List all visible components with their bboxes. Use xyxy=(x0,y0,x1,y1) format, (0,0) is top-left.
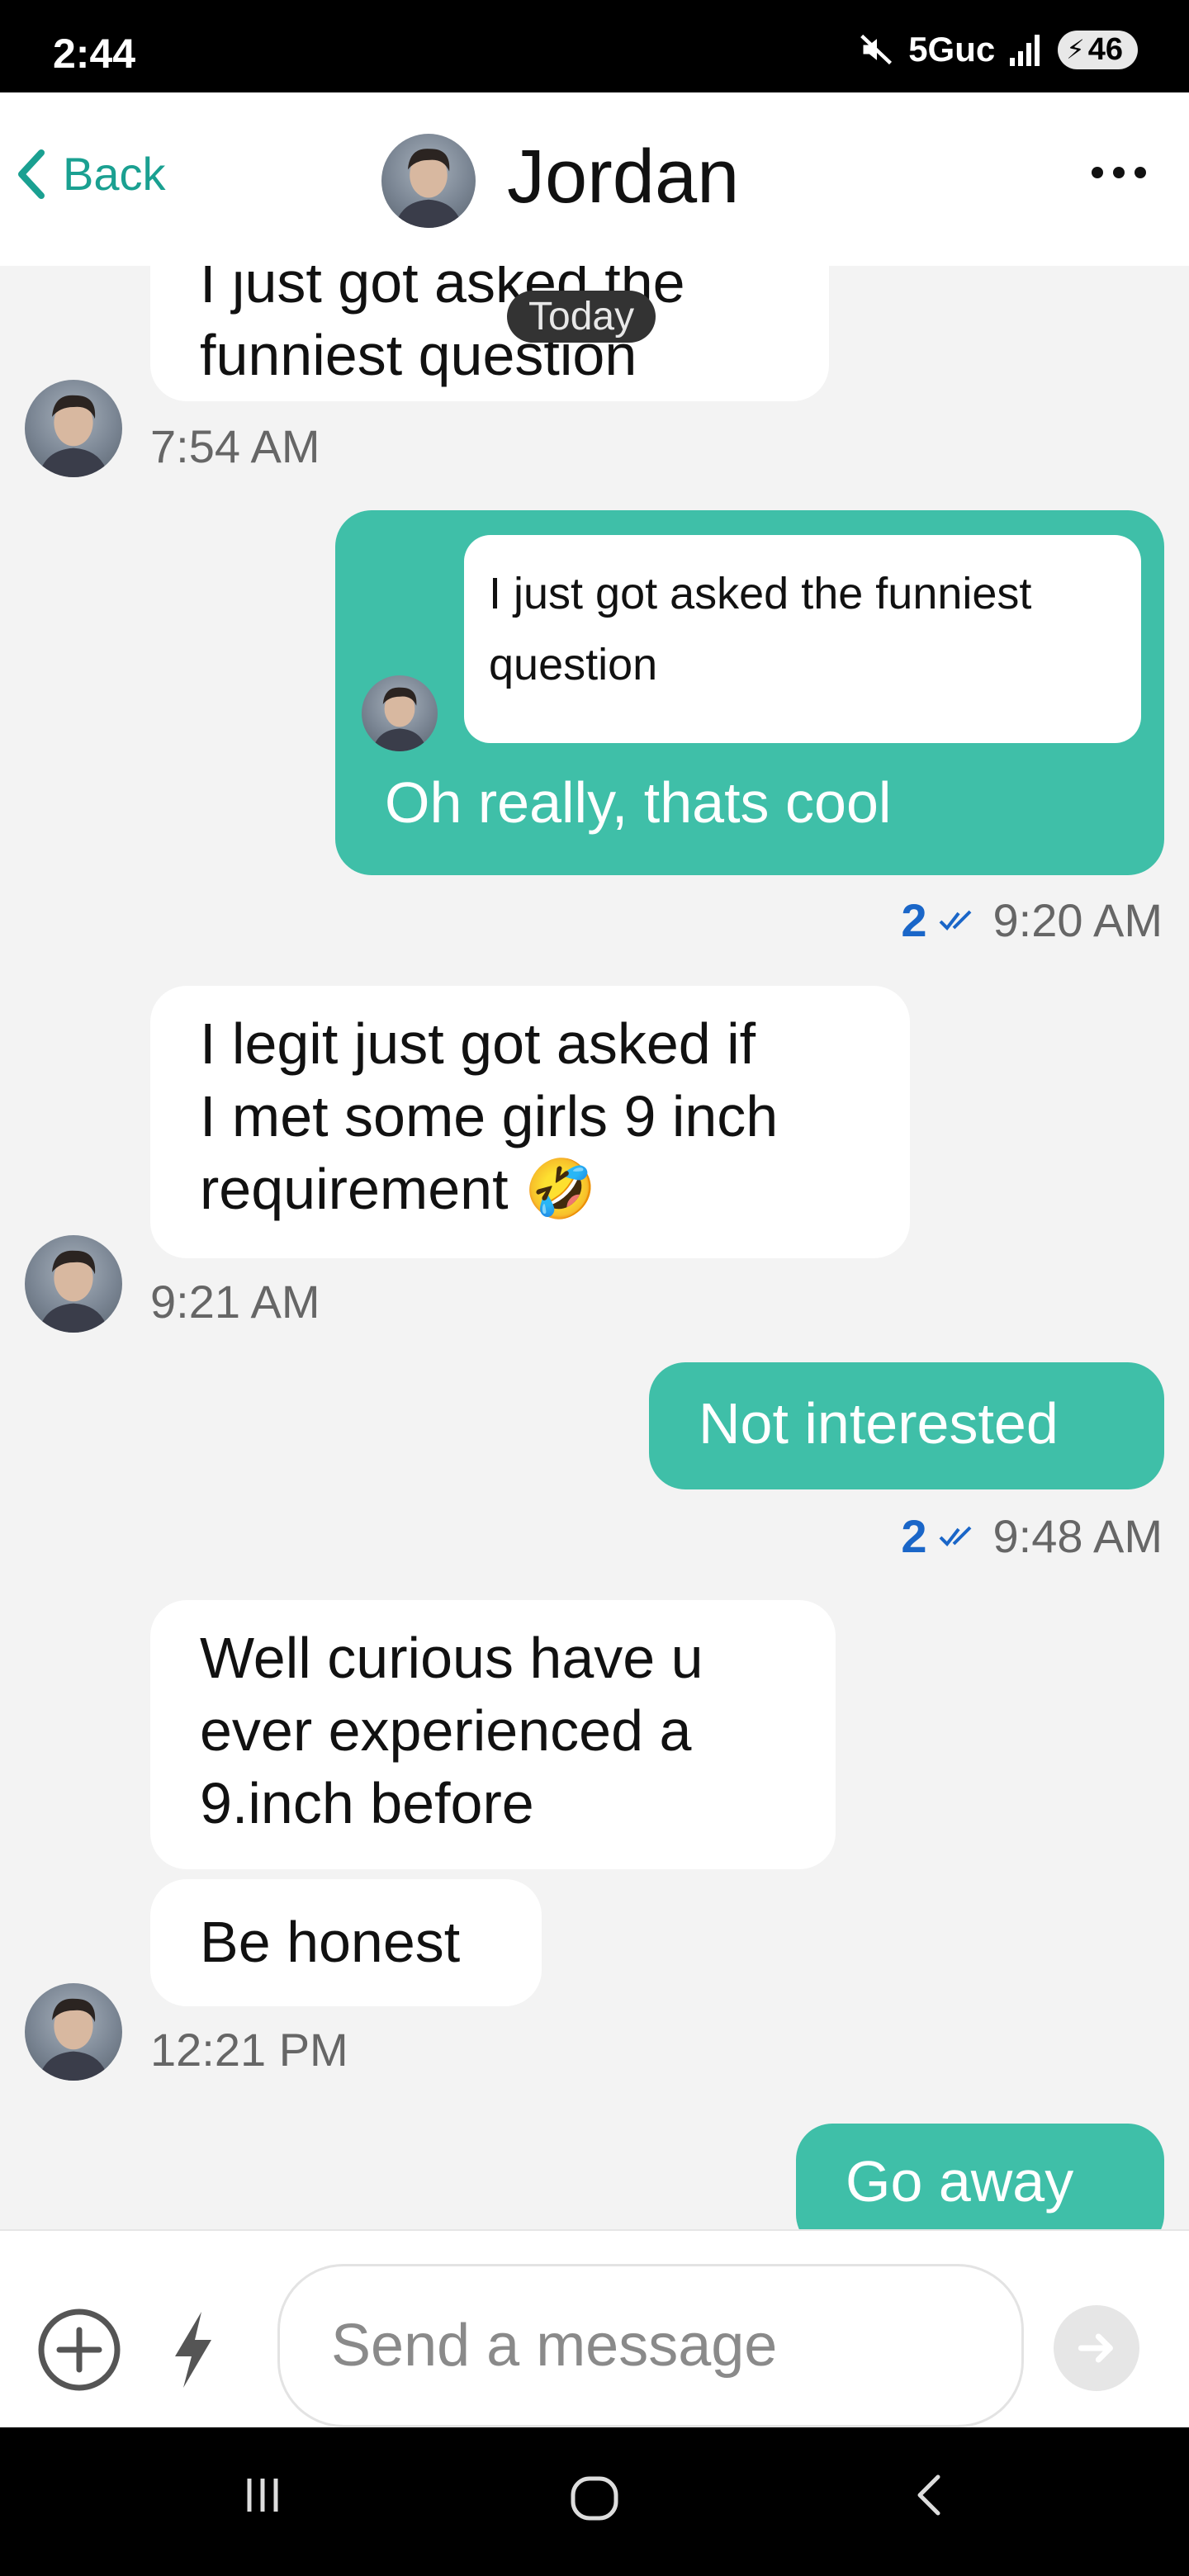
status-icons: 5Guc ⚡ 46 xyxy=(859,30,1138,69)
double-check-icon xyxy=(939,910,971,930)
person-photo-icon xyxy=(38,395,109,477)
read-count: 2 xyxy=(901,1510,927,1562)
back-label: Back xyxy=(63,148,166,200)
laughing-emoji: 🤣 xyxy=(523,1157,597,1221)
message-bubble-outgoing[interactable]: I just got asked the funniest question O… xyxy=(335,510,1164,875)
message-timestamp: 7:54 AM xyxy=(150,420,320,472)
chevron-left-icon xyxy=(18,149,45,199)
add-attachment-button[interactable] xyxy=(36,2307,122,2393)
date-divider: Today xyxy=(507,291,656,343)
network-label: 5Guc xyxy=(908,30,996,69)
person-photo-icon xyxy=(38,1250,109,1333)
message-text: ever experienced a xyxy=(200,1698,692,1763)
message-meta: 2 9:20 AM xyxy=(901,893,1163,947)
mute-icon xyxy=(860,34,893,65)
plus-circle-icon xyxy=(38,2308,121,2391)
more-options-button[interactable] xyxy=(1092,167,1146,178)
quoted-sender-avatar xyxy=(362,675,438,751)
recent-apps-button[interactable] xyxy=(236,2469,289,2526)
message-text: I met some girls 9 inch xyxy=(200,1084,779,1148)
message-text: 9.inch before xyxy=(200,1771,534,1835)
message-text: I legit just got asked if xyxy=(200,1011,756,1076)
quoted-reply[interactable]: I just got asked the funniest question xyxy=(464,535,1141,743)
arrow-right-icon xyxy=(1078,2333,1113,2363)
message-text: I just got asked the xyxy=(200,266,685,315)
battery-indicator: ⚡ 46 xyxy=(1058,30,1138,69)
message-bubble-incoming[interactable]: Well curious have u ever experienced a 9… xyxy=(150,1600,836,1869)
message-text: Go away xyxy=(846,2149,1074,2214)
message-text: Not interested xyxy=(699,1391,1059,1456)
lightning-icon xyxy=(175,2312,211,2388)
recent-apps-icon xyxy=(247,2479,278,2512)
message-meta: 2 9:48 AM xyxy=(901,1509,1163,1563)
system-back-button[interactable] xyxy=(905,2469,958,2526)
back-button[interactable]: Back xyxy=(15,147,166,201)
message-list[interactable]: I just got asked the funniest question T… xyxy=(0,266,1189,2229)
system-navigation-bar xyxy=(0,2427,1189,2576)
message-bubble-outgoing[interactable]: Go away xyxy=(796,2124,1164,2229)
quoted-text: question xyxy=(489,640,658,689)
quick-reply-button[interactable] xyxy=(168,2310,218,2389)
status-time: 2:44 xyxy=(53,31,136,77)
message-timestamp: 9:21 AM xyxy=(150,1276,320,1328)
message-timestamp: 9:48 AM xyxy=(992,1510,1163,1562)
message-timestamp: 9:20 AM xyxy=(992,894,1163,946)
message-timestamp: 12:21 PM xyxy=(150,2024,348,2076)
message-bubble-outgoing[interactable]: Not interested xyxy=(649,1362,1164,1489)
message-input[interactable] xyxy=(277,2264,1024,2427)
double-check-icon xyxy=(939,1526,971,1546)
quoted-text: I just got asked the funniest xyxy=(489,569,1032,618)
back-nav-icon xyxy=(917,2474,940,2516)
home-icon xyxy=(571,2476,618,2521)
message-bubble-incoming[interactable]: Be honest xyxy=(150,1879,542,2006)
message-bubble-incoming[interactable]: I legit just got asked if I met some gir… xyxy=(150,986,910,1258)
person-photo-icon xyxy=(394,149,463,228)
chat-header: Back Jordan xyxy=(0,92,1189,266)
battery-level: 46 xyxy=(1087,31,1123,67)
read-count: 2 xyxy=(901,894,927,946)
message-bubble-incoming[interactable]: I just got asked the funniest question xyxy=(150,266,829,401)
charging-icon: ⚡ xyxy=(1066,35,1085,64)
more-horizontal-icon xyxy=(1092,167,1103,178)
send-button[interactable] xyxy=(1054,2305,1139,2391)
contact-name: Jordan xyxy=(507,135,740,219)
contact-avatar[interactable] xyxy=(381,134,476,228)
message-text: requirement xyxy=(200,1157,509,1221)
sender-avatar[interactable] xyxy=(25,380,122,477)
message-text: funniest question xyxy=(200,323,637,387)
sender-avatar[interactable] xyxy=(25,1983,122,2081)
home-button[interactable] xyxy=(565,2469,624,2532)
message-text: Be honest xyxy=(200,1910,461,1974)
signal-icon xyxy=(1010,35,1040,66)
person-photo-icon xyxy=(38,1998,109,2081)
message-text: Well curious have u xyxy=(200,1626,703,1690)
message-text: Oh really, thats cool xyxy=(385,770,892,835)
person-photo-icon xyxy=(372,687,428,751)
status-bar: 2:44 5Guc ⚡ 46 xyxy=(0,0,1189,92)
message-composer xyxy=(0,2229,1189,2427)
sender-avatar[interactable] xyxy=(25,1235,122,1333)
